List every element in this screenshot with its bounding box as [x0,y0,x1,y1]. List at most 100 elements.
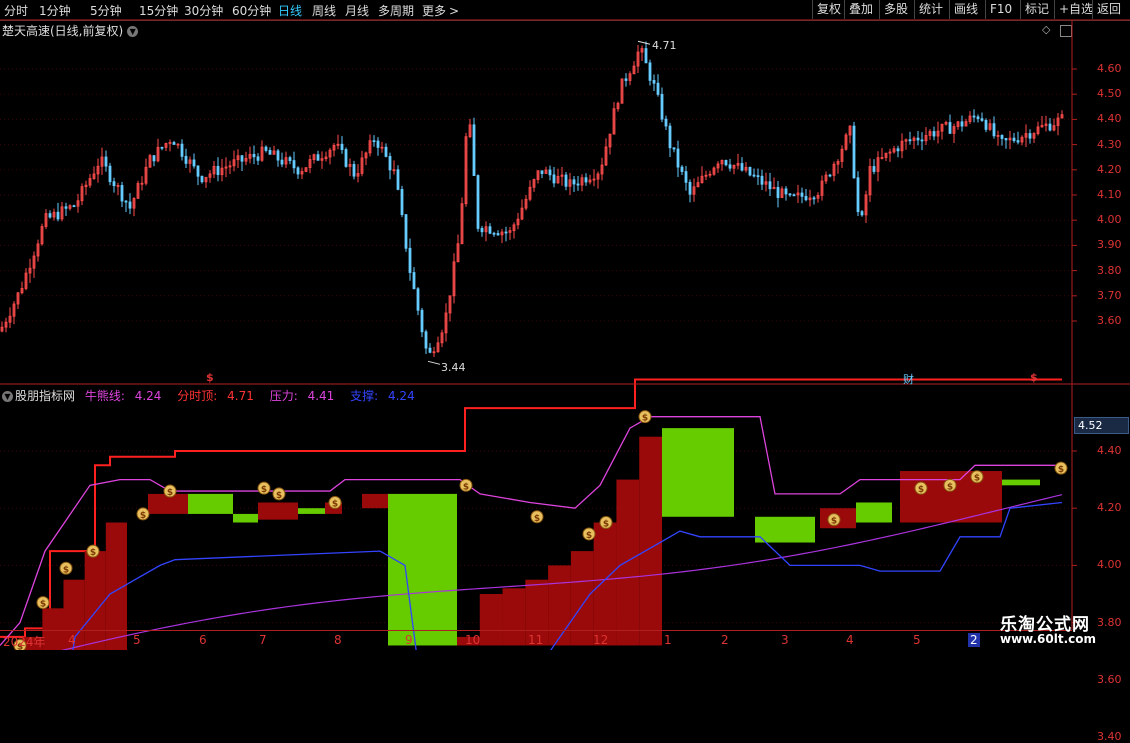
candle-body [284,157,288,165]
candle-body [884,152,888,158]
candle-body [944,122,948,125]
candle-body [72,205,76,208]
candle-body [440,332,444,344]
candle-body [660,93,664,120]
candle-body [616,102,620,110]
candle-body [840,148,844,162]
candle-body [168,142,172,144]
indicator-title-bar: ▼ 股朋指标网 牛熊线: 4.24 分时顶: 4.71 压力: 4.41 支撑: … [2,387,427,404]
candle-body [280,159,284,165]
candle-body [924,135,928,142]
candle-body [292,160,296,169]
candle-body [956,121,960,127]
date-label: 4 [68,633,76,647]
money-bag-icon-glyph: $ [90,548,96,558]
candle-body [464,136,468,205]
back-button[interactable]: 返回 [1092,0,1125,19]
tab-monthly[interactable]: 月线 [345,2,369,19]
candle-body [0,326,4,332]
candle-body [40,226,44,245]
chart-title-bar: 楚天高速(日线,前复权) ▼ [2,22,139,39]
money-bag-icon [86,544,100,558]
candle-body [480,228,484,233]
candle-body [1024,133,1028,138]
candle-body [900,140,904,152]
candle-body [796,192,800,196]
f10-button[interactable]: F10 [985,0,1016,19]
event-marker-dollar[interactable]: $ [1030,371,1038,384]
candle-body [620,78,624,104]
candle-body [520,207,524,220]
candle-body [912,137,916,141]
event-marker-finance[interactable]: 财 [903,371,914,387]
red-area [148,493,188,514]
statistics-button[interactable]: 统计 [914,0,947,19]
candle-body [892,148,896,153]
tab-multi-period[interactable]: 多周期 [378,2,414,19]
tab-fenshi[interactable]: 分时 [4,2,28,19]
add-watchlist-button[interactable]: +自选 [1054,0,1097,19]
tab-more[interactable]: 更多 > [422,2,459,19]
candle-body [920,139,924,142]
candle-body [772,186,776,190]
candle-body [380,146,384,149]
y-tick-label: 4.20 [1097,162,1122,176]
candle-body [972,115,976,118]
high-marker-line [637,40,651,45]
candle-body [644,48,648,64]
candle-body [212,165,216,175]
tab-15min[interactable]: 15分钟 [139,2,178,19]
red-area [258,502,298,520]
draw-line-button[interactable]: 画线 [949,0,982,19]
candle-body [624,78,628,81]
y-tick-label: 4.60 [1097,62,1122,75]
chevron-down-icon[interactable]: ▼ [2,391,13,402]
event-marker-dollar[interactable]: $ [206,371,214,384]
diamond-icon[interactable]: ◇ [1042,23,1050,36]
candle-body [20,288,24,294]
candle-body [528,186,532,200]
candle-body [172,142,176,145]
candle-body [764,181,768,185]
tab-5min[interactable]: 5分钟 [90,2,122,19]
candle-body [508,230,512,233]
candle-body [1040,125,1044,128]
candle-body [120,185,124,202]
candle-body [552,174,556,184]
support-line [72,501,1063,650]
candle-body [824,174,828,182]
money-bag-icon-glyph: $ [534,514,540,524]
candle-body [776,186,780,198]
candle-body [296,167,300,175]
candle-body [400,189,404,216]
date-label-current: 2 [968,633,980,647]
tab-1min[interactable]: 1分钟 [39,2,71,19]
candle-body [1000,135,1004,139]
candle-body [524,198,528,209]
tab-60min[interactable]: 60分钟 [232,2,271,19]
chevron-down-icon[interactable]: ▼ [127,26,139,37]
candle-body [808,197,812,201]
tab-30min[interactable]: 30分钟 [184,2,223,19]
window-toggle-icon[interactable] [1060,25,1072,37]
candle-body [692,186,696,195]
candle-body [288,157,292,161]
tab-weekly[interactable]: 周线 [312,2,336,19]
candle-body [952,126,956,134]
money-bag-icon-glyph: $ [332,499,338,509]
tab-daily[interactable]: 日线 [278,2,302,19]
candle-body [256,156,260,161]
money-bag-icon [582,527,596,541]
candle-body [720,159,724,165]
mark-button[interactable]: 标记 [1020,0,1053,19]
fuquan-button[interactable]: 复权 [812,0,845,19]
candle-body [352,164,356,177]
overlay-button[interactable]: 叠加 [844,0,877,19]
candle-body [876,157,880,172]
candle-body [344,149,348,167]
multi-stock-button[interactable]: 多股 [879,0,912,19]
candle-body [432,351,436,354]
date-label: 10 [465,633,481,647]
candle-body [564,174,568,187]
y-tick-label: 3.90 [1097,238,1122,252]
